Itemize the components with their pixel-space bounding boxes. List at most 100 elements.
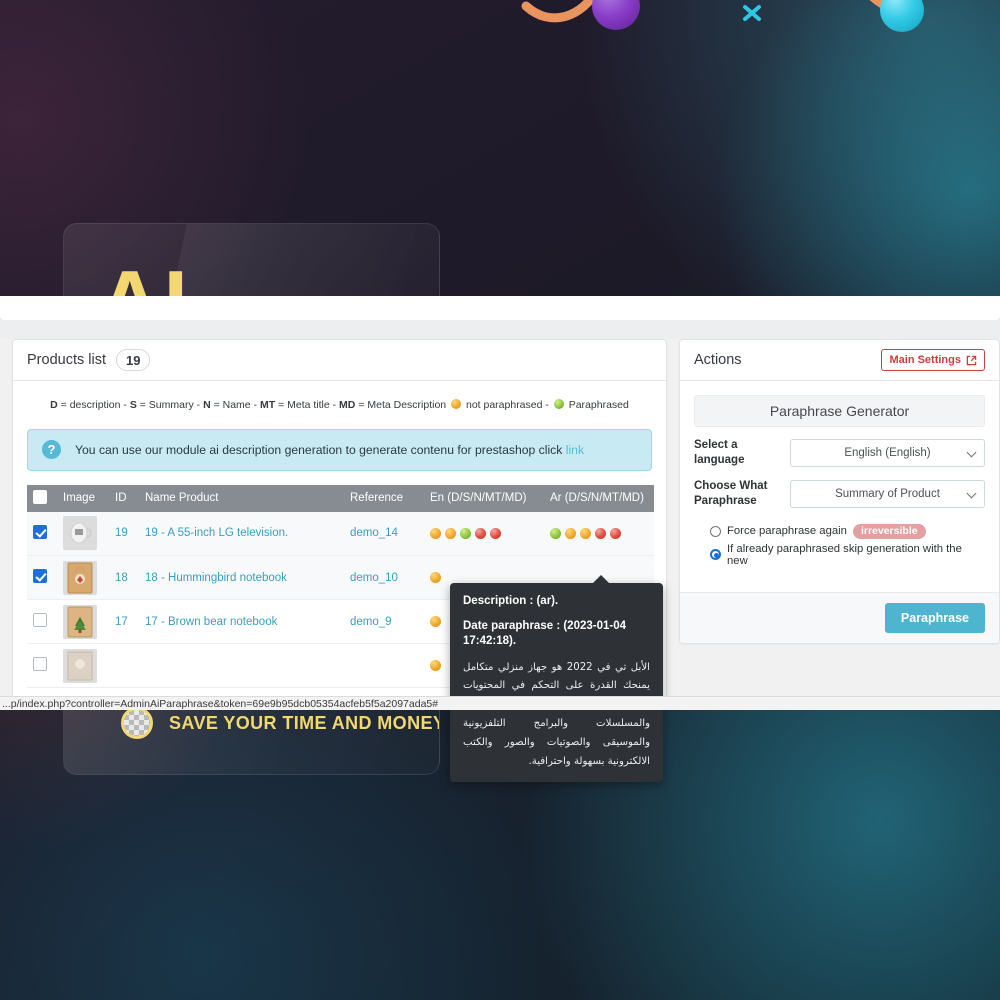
row-image-cell [57, 555, 109, 601]
cyan-x-icon [743, 5, 761, 21]
tagline-text: SAVE YOUR TIME AND MONEY [169, 712, 440, 733]
status-dot-orange[interactable] [430, 572, 441, 584]
row-reference[interactable] [344, 643, 424, 689]
radio-force-label: Force paraphrase again [727, 525, 847, 538]
legend-orange-dot-icon [451, 399, 462, 409]
language-select[interactable]: English (English) [790, 438, 985, 467]
legend-not-paraphrased: not paraphrased - [463, 399, 552, 411]
row-ar-status [544, 511, 654, 557]
legend-mt-val: = Meta title - [275, 399, 340, 411]
paraphrase-button[interactable]: Paraphrase [884, 603, 985, 633]
status-dot-orange[interactable] [445, 527, 456, 539]
products-title-group: Products list 19 [27, 349, 151, 371]
main-settings-button[interactable]: Main Settings [881, 349, 985, 371]
row-select-cell[interactable] [27, 643, 57, 689]
status-dot-orange[interactable] [430, 616, 441, 628]
row-checkbox[interactable] [33, 569, 47, 584]
row-checkbox[interactable] [33, 613, 47, 628]
actions-panel-header: Actions Main Settings [680, 340, 999, 381]
status-dot-green[interactable] [550, 527, 561, 539]
info-alert: ? You can use our module ai description … [27, 428, 652, 471]
col-en-status: En (D/S/N/MT/MD) [424, 484, 544, 512]
legend-n-val: = Name - [210, 399, 260, 411]
status-dot-red[interactable] [490, 527, 501, 539]
language-select-value: English (English) [844, 446, 931, 459]
row-id[interactable] [109, 643, 139, 689]
status-dot-group [430, 527, 538, 539]
status-dot-red[interactable] [610, 527, 621, 539]
legend-md-val: = Meta Description [355, 399, 450, 411]
info-alert-link[interactable]: link [566, 443, 584, 457]
tagline-promo-card: SAVE YOUR TIME AND MONEY [63, 700, 440, 775]
status-legend: D = description - S = Summary - N = Name… [13, 381, 666, 413]
select-all-checkbox[interactable] [33, 489, 47, 504]
row-en-status [424, 511, 544, 557]
brown-bear-notebook-thumbnail [63, 604, 97, 639]
hummingbird-notebook-thumbnail [63, 560, 97, 595]
cyan-sphere [880, 0, 924, 32]
row-image-cell [57, 599, 109, 645]
row-checkbox[interactable] [33, 657, 47, 672]
row-select-cell[interactable] [27, 599, 57, 645]
select-all-header[interactable] [27, 484, 57, 512]
row-name[interactable]: 17 - Brown bear notebook [139, 599, 344, 645]
legend-n-key: N [203, 399, 211, 411]
legend-md-key: MD [339, 399, 356, 411]
row-image-cell [57, 643, 109, 689]
language-label: Select a language [694, 439, 745, 466]
radio-skip-generation[interactable] [710, 549, 721, 561]
legend-d-key: D [50, 399, 58, 411]
mug-thumbnail [63, 516, 97, 551]
table-row[interactable]: 19 19 - A 55-inch LG television. demo_14 [27, 511, 654, 557]
coin-icon [121, 707, 153, 739]
row-reference[interactable]: demo_14 [344, 511, 424, 557]
row-select-cell[interactable] [27, 555, 57, 601]
radio-row-force[interactable]: Force paraphrase again irreversible [710, 523, 985, 539]
col-name-product: Name Product [139, 484, 344, 512]
status-dot-green[interactable] [460, 527, 471, 539]
status-dot-orange[interactable] [580, 527, 591, 539]
legend-green-dot-icon [553, 399, 564, 409]
status-dot-group [430, 572, 538, 584]
status-dot-orange[interactable] [430, 527, 441, 539]
col-id: ID [109, 484, 139, 512]
tagline-row: SAVE YOUR TIME AND MONEY [121, 707, 440, 739]
row-reference[interactable]: demo_9 [344, 599, 424, 645]
tooltip-description-label: Description : (ar). [463, 595, 559, 607]
product-thumbnail [63, 648, 97, 683]
legend-s-val: = Summary - [136, 399, 204, 411]
row-name[interactable]: 19 - A 55-inch LG television. [139, 511, 344, 557]
row-name[interactable]: 18 - Hummingbird notebook [139, 555, 344, 601]
col-reference: Reference [344, 484, 424, 512]
radio-row-skip[interactable]: If already paraphrased skip generation w… [710, 543, 985, 567]
status-dot-orange[interactable] [430, 660, 441, 672]
row-select-cell[interactable] [27, 511, 57, 557]
question-mark-icon: ? [42, 440, 61, 460]
what-paraphrase-select[interactable]: Summary of Product [790, 479, 985, 508]
products-table-head: Image ID Name Product Reference En (D/S/… [27, 484, 654, 512]
radio-force-paraphrase[interactable] [710, 525, 721, 537]
irreversible-badge: irreversible [852, 523, 926, 539]
what-paraphrase-select-value: Summary of Product [835, 487, 940, 500]
row-image-cell [57, 511, 109, 557]
tooltip-arabic-body: الأبل تي في 2022 هو جهاز منزلي متكامل يم… [463, 661, 650, 767]
row-id[interactable]: 17 [109, 599, 139, 645]
status-dot-red[interactable] [475, 527, 486, 539]
actions-panel-footer: Paraphrase [680, 592, 999, 643]
info-alert-text: You can use our module ai description ge… [75, 443, 584, 457]
what-paraphrase-label: Choose What Paraphrase [694, 479, 768, 507]
paraphrase-mode-radios: Force paraphrase again irreversible If a… [710, 523, 985, 567]
status-dot-orange[interactable] [565, 527, 576, 539]
col-ar-status: Ar (D/S/N/MT/MD) [544, 484, 654, 512]
page-gap [0, 320, 1000, 339]
row-checkbox[interactable] [33, 524, 47, 539]
main-settings-label: Main Settings [889, 354, 961, 366]
row-name[interactable] [139, 643, 344, 689]
actions-panel: Actions Main Settings Paraphrase Generat… [679, 339, 1000, 644]
row-id[interactable]: 19 [109, 511, 139, 557]
status-dot-red[interactable] [595, 527, 606, 539]
row-reference[interactable]: demo_10 [344, 555, 424, 601]
page-top-panel [0, 296, 1000, 320]
chevron-down-icon [966, 488, 977, 499]
row-id[interactable]: 18 [109, 555, 139, 601]
